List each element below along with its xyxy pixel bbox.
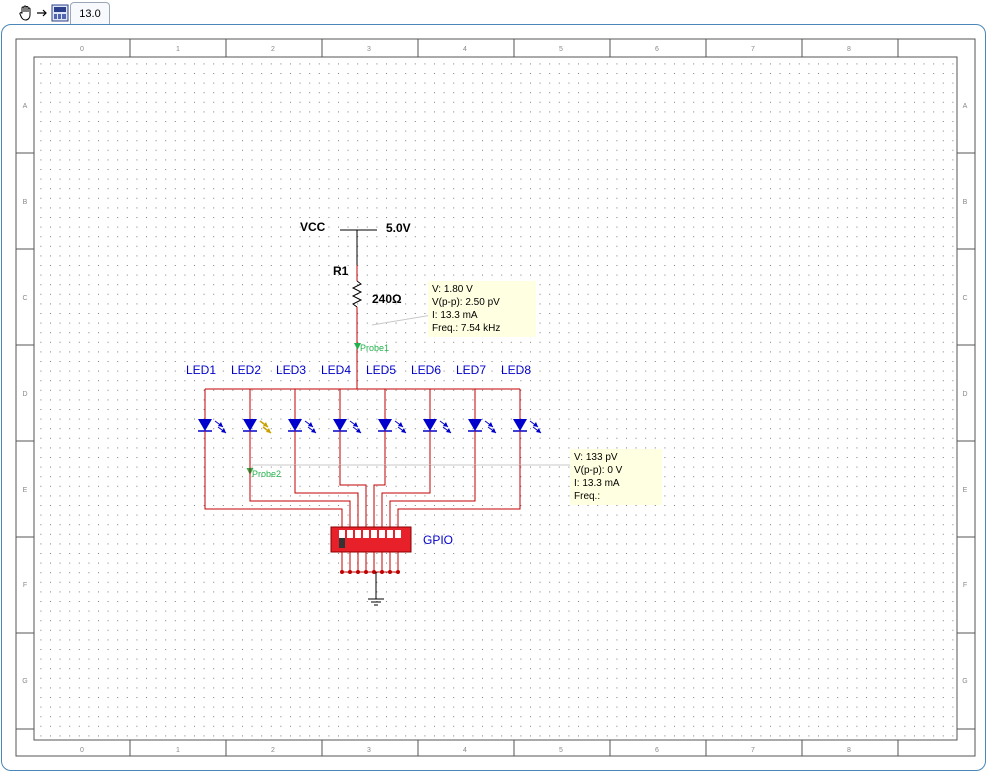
ruler-col-top: 4 bbox=[463, 46, 467, 53]
probe1-vpp: V(p-p): 2.50 pV bbox=[432, 297, 500, 308]
probe1-frequency: Freq.: 7.54 kHz bbox=[432, 323, 501, 334]
ruler-col-bottom: 3 bbox=[367, 747, 371, 754]
probe1-readout: V: 1.80 V V(p-p): 2.50 pV I: 13.3 mA Fre… bbox=[428, 281, 536, 337]
ruler-col-top: 1 bbox=[176, 46, 180, 53]
ruler-col-bottom: 5 bbox=[559, 747, 563, 754]
led-label: LED1 bbox=[186, 363, 216, 377]
ruler-row-right: F bbox=[963, 582, 967, 589]
probe1-label: Probe1 bbox=[360, 343, 389, 353]
toolbar: 13.0 bbox=[0, 0, 988, 26]
ruler-row-right: G bbox=[962, 678, 967, 685]
ruler-row-left: D bbox=[22, 391, 27, 398]
led-label: LED8 bbox=[501, 363, 531, 377]
ruler-row-right: B bbox=[963, 199, 968, 206]
ruler-col-bottom: 7 bbox=[751, 747, 755, 754]
led-label: LED4 bbox=[321, 363, 351, 377]
ruler-row-left: C bbox=[22, 295, 27, 302]
ruler-col-top: 2 bbox=[271, 46, 275, 53]
schematic-window: 0 1 2 3 4 5 6 7 8 0 1 2 3 4 5 6 7 8 A B … bbox=[1, 24, 986, 771]
ruler-row-right: C bbox=[962, 295, 967, 302]
ruler-col-top: 6 bbox=[655, 46, 659, 53]
dip-key-lever bbox=[339, 538, 345, 548]
probe2-label: Probe2 bbox=[252, 469, 281, 479]
tab-13-0[interactable]: 13.0 bbox=[70, 2, 110, 25]
ruler-row-left: A bbox=[23, 103, 28, 110]
ruler-col-bottom: 6 bbox=[655, 747, 659, 754]
ruler-row-right: D bbox=[962, 391, 967, 398]
led-label: LED6 bbox=[411, 363, 441, 377]
led-label: LED7 bbox=[456, 363, 486, 377]
ruler-row-right: A bbox=[963, 103, 968, 110]
dip-key-lever bbox=[371, 538, 377, 548]
led-label: LED5 bbox=[366, 363, 396, 377]
led-label: LED2 bbox=[231, 363, 261, 377]
grid bbox=[35, 58, 956, 739]
vcc-voltage: 5.0V bbox=[386, 221, 411, 235]
ruler-row-right: E bbox=[963, 487, 968, 494]
tab-label: 13.0 bbox=[79, 8, 101, 20]
probe1-current: I: 13.3 mA bbox=[432, 310, 478, 321]
probe2-current: I: 13.3 mA bbox=[574, 478, 620, 489]
ruler-col-bottom: 2 bbox=[271, 747, 275, 754]
ruler-col-top: 3 bbox=[367, 46, 371, 53]
probe2-readout: V: 133 pV V(p-p): 0 V I: 13.3 mA Freq.: bbox=[570, 449, 662, 505]
resistor-ref: R1 bbox=[333, 264, 349, 278]
ruler-col-top: 5 bbox=[559, 46, 563, 53]
ruler-row-left: F bbox=[23, 582, 27, 589]
dip-key-lever bbox=[379, 538, 385, 548]
ruler-col-top: 0 bbox=[80, 46, 84, 53]
ruler-col-top: 7 bbox=[751, 46, 755, 53]
ruler-col-bottom: 4 bbox=[463, 747, 467, 754]
hand-pan-icon[interactable] bbox=[16, 3, 36, 23]
led-label: LED3 bbox=[276, 363, 306, 377]
ruler-col-bottom: 0 bbox=[80, 747, 84, 754]
arrow-right-icon bbox=[35, 3, 49, 23]
dip-key-lever bbox=[395, 538, 401, 548]
instrument-panel-icon[interactable] bbox=[50, 3, 70, 23]
schematic-sheet[interactable]: 0 1 2 3 4 5 6 7 8 0 1 2 3 4 5 6 7 8 A B … bbox=[2, 25, 985, 770]
dip-key-lever bbox=[363, 538, 369, 548]
probe1-voltage: V: 1.80 V bbox=[432, 284, 473, 295]
probe2-vpp: V(p-p): 0 V bbox=[574, 465, 623, 476]
ruler-col-top: 8 bbox=[847, 46, 851, 53]
ruler-col-bottom: 8 bbox=[847, 747, 851, 754]
dip-key-lever bbox=[355, 538, 361, 548]
ruler-row-left: G bbox=[22, 678, 27, 685]
ruler-row-left: B bbox=[23, 199, 28, 206]
probe2-voltage: V: 133 pV bbox=[574, 452, 618, 463]
resistor-value: 240Ω bbox=[372, 292, 402, 306]
dip-key-lever bbox=[347, 538, 353, 548]
dip-switch-gpio[interactable] bbox=[330, 526, 412, 553]
dip-key-lever bbox=[387, 538, 393, 548]
probe2-frequency: Freq.: bbox=[574, 491, 601, 502]
ruler-col-bottom: 1 bbox=[176, 747, 180, 754]
vcc-label: VCC bbox=[300, 220, 326, 234]
ruler-row-left: E bbox=[23, 487, 28, 494]
switch-label: GPIO bbox=[423, 533, 453, 547]
